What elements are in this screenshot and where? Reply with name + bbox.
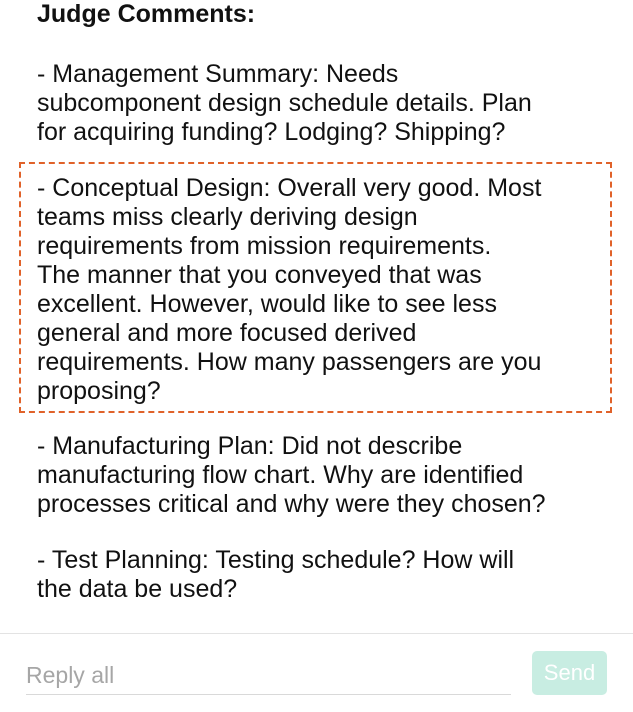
comment-management-summary: - Management Summary: Needs subcomponent… [37, 60, 532, 146]
send-button[interactable]: Send [532, 651, 607, 695]
reply-divider [0, 633, 633, 634]
reply-all-input[interactable] [26, 656, 511, 695]
comments-heading: Judge Comments: [37, 0, 256, 28]
highlight-box [19, 162, 612, 413]
comment-test-planning: - Test Planning: Testing schedule? How w… [37, 546, 515, 603]
comment-manufacturing-plan: - Manufacturing Plan: Did not describe m… [37, 432, 546, 518]
message-body: Judge Comments: - Management Summary: Ne… [37, 0, 617, 603]
